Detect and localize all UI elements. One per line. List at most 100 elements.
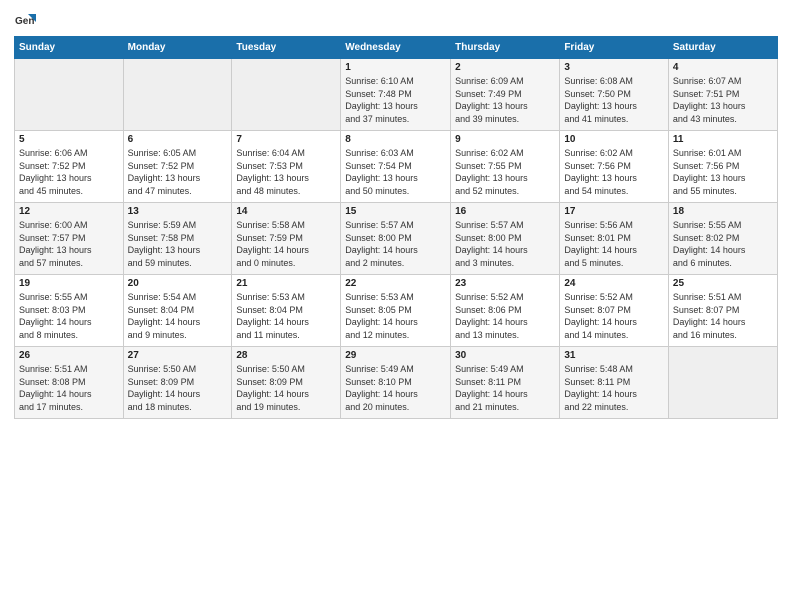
calendar-day-cell: 8 Sunrise: 6:03 AMSunset: 7:54 PMDaylight… [341,131,451,203]
day-number: 1 [345,62,446,73]
day-info: Sunrise: 6:08 AMSunset: 7:50 PMDaylight:… [564,75,664,125]
calendar-day-cell: 7 Sunrise: 6:04 AMSunset: 7:53 PMDaylight… [232,131,341,203]
day-number: 12 [19,206,119,217]
day-info: Sunrise: 5:49 AMSunset: 8:10 PMDaylight:… [345,363,446,413]
logo: Gen [14,10,40,32]
logo-icon: Gen [14,10,36,32]
calendar-day-cell: 19 Sunrise: 5:55 AMSunset: 8:03 PMDayligh… [15,275,124,347]
day-info: Sunrise: 6:00 AMSunset: 7:57 PMDaylight:… [19,219,119,269]
day-number: 26 [19,350,119,361]
day-number: 8 [345,134,446,145]
day-number: 25 [673,278,773,289]
weekday-header-cell: Wednesday [341,37,451,59]
calendar-day-cell: 30 Sunrise: 5:49 AMSunset: 8:11 PMDayligh… [451,347,560,419]
day-info: Sunrise: 5:50 AMSunset: 8:09 PMDaylight:… [236,363,336,413]
day-info: Sunrise: 6:07 AMSunset: 7:51 PMDaylight:… [673,75,773,125]
calendar-day-cell: 16 Sunrise: 5:57 AMSunset: 8:00 PMDayligh… [451,203,560,275]
day-info: Sunrise: 5:53 AMSunset: 8:04 PMDaylight:… [236,291,336,341]
calendar-day-cell: 25 Sunrise: 5:51 AMSunset: 8:07 PMDayligh… [668,275,777,347]
day-info: Sunrise: 5:58 AMSunset: 7:59 PMDaylight:… [236,219,336,269]
calendar-day-cell: 29 Sunrise: 5:49 AMSunset: 8:10 PMDayligh… [341,347,451,419]
calendar-day-cell: 28Sunrise: 5:50 AMSunset: 8:09 PMDayligh… [232,347,341,419]
calendar-week-row: 12 Sunrise: 6:00 AMSunset: 7:57 PMDayligh… [15,203,778,275]
day-number: 19 [19,278,119,289]
day-number: 6 [128,134,228,145]
calendar-day-cell [232,59,341,131]
calendar-day-cell: 26 Sunrise: 5:51 AMSunset: 8:08 PMDayligh… [15,347,124,419]
calendar-day-cell: 31Sunrise: 5:48 AMSunset: 8:11 PMDayligh… [560,347,669,419]
calendar-day-cell: 3 Sunrise: 6:08 AMSunset: 7:50 PMDaylight… [560,59,669,131]
day-number: 30 [455,350,555,361]
day-info: Sunrise: 6:02 AMSunset: 7:55 PMDaylight:… [455,147,555,197]
calendar-day-cell: 18Sunrise: 5:55 AMSunset: 8:02 PMDayligh… [668,203,777,275]
day-number: 22 [345,278,446,289]
day-info: Sunrise: 5:49 AMSunset: 8:11 PMDaylight:… [455,363,555,413]
calendar-week-row: 5Sunrise: 6:06 AMSunset: 7:52 PMDaylight… [15,131,778,203]
day-number: 15 [345,206,446,217]
header: Gen [14,10,778,32]
day-info: Sunrise: 6:05 AMSunset: 7:52 PMDaylight:… [128,147,228,197]
day-info: Sunrise: 5:54 AMSunset: 8:04 PMDaylight:… [128,291,228,341]
day-info: Sunrise: 5:56 AMSunset: 8:01 PMDaylight:… [564,219,664,269]
day-info: Sunrise: 5:53 AMSunset: 8:05 PMDaylight:… [345,291,446,341]
day-info: Sunrise: 5:51 AMSunset: 8:08 PMDaylight:… [19,363,119,413]
calendar-day-cell: 17 Sunrise: 5:56 AMSunset: 8:01 PMDayligh… [560,203,669,275]
calendar-week-row: 26 Sunrise: 5:51 AMSunset: 8:08 PMDayligh… [15,347,778,419]
calendar-day-cell: 4 Sunrise: 6:07 AMSunset: 7:51 PMDaylight… [668,59,777,131]
day-info: Sunrise: 5:52 AMSunset: 8:06 PMDaylight:… [455,291,555,341]
page-container: Gen SundayMondayTuesdayWednesdayThursday… [0,0,792,429]
day-number: 29 [345,350,446,361]
calendar-week-row: 19 Sunrise: 5:55 AMSunset: 8:03 PMDayligh… [15,275,778,347]
calendar-day-cell: 5Sunrise: 6:06 AMSunset: 7:52 PMDaylight… [15,131,124,203]
calendar-day-cell: 21 Sunrise: 5:53 AMSunset: 8:04 PMDayligh… [232,275,341,347]
day-info: Sunrise: 5:50 AMSunset: 8:09 PMDaylight:… [128,363,228,413]
calendar-day-cell: 6 Sunrise: 6:05 AMSunset: 7:52 PMDaylight… [123,131,232,203]
calendar-table: SundayMondayTuesdayWednesdayThursdayFrid… [14,36,778,419]
calendar-day-cell: 15 Sunrise: 5:57 AMSunset: 8:00 PMDayligh… [341,203,451,275]
day-info: Sunrise: 5:57 AMSunset: 8:00 PMDaylight:… [345,219,446,269]
day-info: Sunrise: 5:59 AMSunset: 7:58 PMDaylight:… [128,219,228,269]
calendar-day-cell: 1 Sunrise: 6:10 AMSunset: 7:48 PMDaylight… [341,59,451,131]
day-info: Sunrise: 5:52 AMSunset: 8:07 PMDaylight:… [564,291,664,341]
calendar-day-cell: 20Sunrise: 5:54 AMSunset: 8:04 PMDayligh… [123,275,232,347]
day-info: Sunrise: 6:06 AMSunset: 7:52 PMDaylight:… [19,147,119,197]
day-number: 27 [128,350,228,361]
day-info: Sunrise: 5:57 AMSunset: 8:00 PMDaylight:… [455,219,555,269]
calendar-day-cell: 12 Sunrise: 6:00 AMSunset: 7:57 PMDayligh… [15,203,124,275]
calendar-day-cell: 10Sunrise: 6:02 AMSunset: 7:56 PMDayligh… [560,131,669,203]
calendar-day-cell: 24 Sunrise: 5:52 AMSunset: 8:07 PMDayligh… [560,275,669,347]
calendar-day-cell [668,347,777,419]
weekday-header-cell: Tuesday [232,37,341,59]
weekday-header-cell: Monday [123,37,232,59]
day-number: 16 [455,206,555,217]
day-info: Sunrise: 5:55 AMSunset: 8:03 PMDaylight:… [19,291,119,341]
day-number: 24 [564,278,664,289]
day-info: Sunrise: 6:10 AMSunset: 7:48 PMDaylight:… [345,75,446,125]
day-info: Sunrise: 6:03 AMSunset: 7:54 PMDaylight:… [345,147,446,197]
day-number: 18 [673,206,773,217]
day-number: 7 [236,134,336,145]
calendar-day-cell: 27 Sunrise: 5:50 AMSunset: 8:09 PMDayligh… [123,347,232,419]
calendar-day-cell: 9Sunrise: 6:02 AMSunset: 7:55 PMDaylight… [451,131,560,203]
day-number: 13 [128,206,228,217]
day-number: 31 [564,350,664,361]
weekday-header-row: SundayMondayTuesdayWednesdayThursdayFrid… [15,37,778,59]
weekday-header-cell: Friday [560,37,669,59]
calendar-day-cell: 13 Sunrise: 5:59 AMSunset: 7:58 PMDayligh… [123,203,232,275]
weekday-header-cell: Sunday [15,37,124,59]
calendar-day-cell: 14Sunrise: 5:58 AMSunset: 7:59 PMDayligh… [232,203,341,275]
calendar-day-cell: 23Sunrise: 5:52 AMSunset: 8:06 PMDayligh… [451,275,560,347]
day-number: 4 [673,62,773,73]
day-number: 17 [564,206,664,217]
day-info: Sunrise: 6:04 AMSunset: 7:53 PMDaylight:… [236,147,336,197]
day-info: Sunrise: 6:01 AMSunset: 7:56 PMDaylight:… [673,147,773,197]
day-number: 3 [564,62,664,73]
calendar-day-cell [123,59,232,131]
day-number: 21 [236,278,336,289]
weekday-header-cell: Saturday [668,37,777,59]
calendar-week-row: 1 Sunrise: 6:10 AMSunset: 7:48 PMDaylight… [15,59,778,131]
calendar-body: 1 Sunrise: 6:10 AMSunset: 7:48 PMDaylight… [15,59,778,419]
day-number: 2 [455,62,555,73]
calendar-day-cell [15,59,124,131]
day-info: Sunrise: 5:51 AMSunset: 8:07 PMDaylight:… [673,291,773,341]
